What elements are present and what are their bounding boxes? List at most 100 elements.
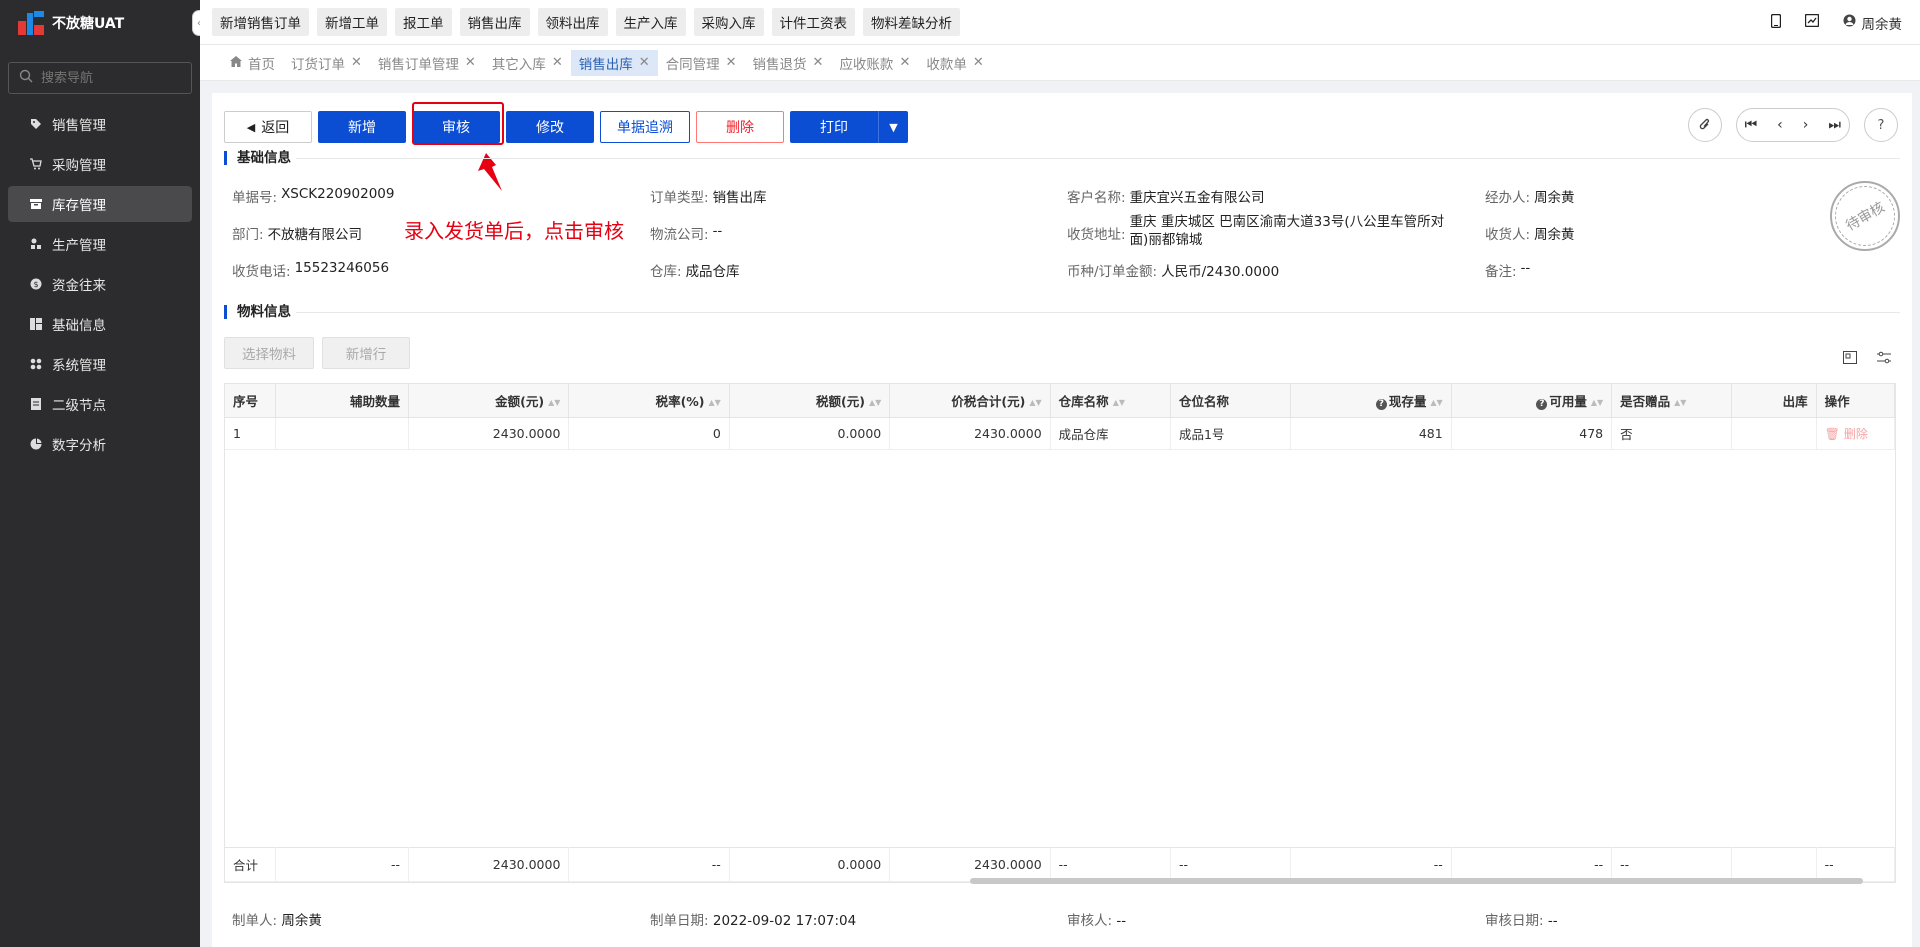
tab-sales-outbound[interactable]: 销售出库 ✕ bbox=[570, 49, 658, 76]
col-header-tax-rate[interactable]: 税率(%) ▲▼ bbox=[568, 384, 730, 418]
cell-outbound[interactable] bbox=[1731, 417, 1817, 450]
app-logo[interactable]: 不放糖UAT bbox=[0, 0, 200, 46]
col-header-gift[interactable]: 是否赠品 ▲▼ bbox=[1611, 384, 1733, 418]
paperclip-icon[interactable] bbox=[1687, 108, 1722, 142]
col-header-total[interactable]: 价税合计(元) ▲▼ bbox=[889, 384, 1051, 418]
close-icon[interactable]: ✕ bbox=[639, 55, 650, 70]
field-warehouse: 仓库: 成品仓库 bbox=[650, 260, 740, 280]
first-record-icon[interactable]: ⏮ bbox=[1745, 117, 1758, 133]
nav-search-input[interactable] bbox=[41, 70, 181, 86]
sum-available: -- bbox=[1451, 847, 1613, 882]
col-header-stock[interactable]: ? 现存量 ▲▼ bbox=[1290, 384, 1452, 418]
close-icon[interactable]: ✕ bbox=[726, 55, 737, 70]
col-header-location[interactable]: 仓位名称 bbox=[1170, 384, 1292, 418]
last-record-icon[interactable]: ⏭ bbox=[1828, 117, 1841, 133]
settings-sliders-icon[interactable] bbox=[1877, 351, 1891, 365]
print-button[interactable]: 打印 bbox=[790, 111, 878, 143]
quick-button-material-outbound[interactable]: 领料出库 bbox=[537, 8, 608, 36]
col-header-outbound[interactable]: 出库 bbox=[1731, 384, 1817, 418]
sidebar-item-secondary[interactable]: 二级节点 bbox=[8, 386, 192, 422]
col-header-label: 仓位名称 bbox=[1178, 393, 1229, 409]
cell-aux-qty[interactable] bbox=[275, 417, 409, 450]
tab-contract-mgmt[interactable]: 合同管理 ✕ bbox=[658, 50, 745, 76]
stamp-text: 待审核 bbox=[1824, 175, 1906, 257]
sort-icon: ▲▼ bbox=[868, 397, 882, 407]
sidebar-item-production[interactable]: 生产管理 bbox=[8, 226, 192, 262]
quick-button-new-work-order[interactable]: 新增工单 bbox=[317, 8, 387, 36]
quick-button-purchase-inbound[interactable]: 采购入库 bbox=[693, 8, 764, 36]
trace-button[interactable]: 单据追溯 bbox=[600, 111, 690, 143]
col-header-available[interactable]: ? 可用量 ▲▼ bbox=[1451, 384, 1613, 418]
field-label: 部门: bbox=[232, 227, 264, 243]
help-icon[interactable]: ? bbox=[1864, 108, 1898, 142]
select-material-button[interactable]: 选择物料 bbox=[224, 337, 314, 369]
sidebar-item-sales[interactable]: 销售管理 bbox=[8, 106, 192, 142]
close-icon[interactable]: ✕ bbox=[351, 55, 362, 70]
sidebar-item-funds[interactable]: $ 资金往来 bbox=[8, 266, 192, 302]
quick-button-production-inbound[interactable]: 生产入库 bbox=[615, 8, 686, 36]
sidebar-item-inventory[interactable]: 库存管理 bbox=[8, 186, 192, 222]
close-icon[interactable]: ✕ bbox=[973, 55, 984, 70]
sidebar-item-label: 销售管理 bbox=[52, 118, 106, 134]
tab-other-inbound[interactable]: 其它入库 ✕ bbox=[484, 50, 571, 76]
mobile-icon[interactable] bbox=[1770, 13, 1781, 32]
back-button[interactable]: ◀ 返回 bbox=[224, 111, 312, 143]
edit-button[interactable]: 修改 bbox=[506, 111, 594, 143]
cell-total[interactable]: 2430.0000 bbox=[889, 417, 1051, 450]
add-row-button[interactable]: 新增行 bbox=[322, 337, 410, 369]
sidebar-item-label: 生产管理 bbox=[52, 238, 106, 254]
prev-record-icon[interactable]: ‹ bbox=[1777, 117, 1783, 133]
sidebar-item-purchase[interactable]: 采购管理 bbox=[8, 146, 192, 182]
next-record-icon[interactable]: › bbox=[1803, 117, 1809, 133]
sidebar-item-basic[interactable]: 基础信息 bbox=[8, 306, 192, 342]
sidebar-item-analysis[interactable]: 数字分析 bbox=[8, 426, 192, 462]
row-delete-link[interactable]: 🗑 删除 bbox=[1816, 417, 1896, 450]
cell-amount[interactable]: 2430.0000 bbox=[408, 417, 570, 450]
section-title-basic: 基础信息 bbox=[224, 151, 291, 165]
tab-order[interactable]: 订货订单 ✕ bbox=[283, 50, 370, 76]
col-header-aux-qty[interactable]: 辅助数量 bbox=[275, 384, 409, 418]
question-icon: ? bbox=[1375, 398, 1387, 410]
col-header-amount[interactable]: 金额(元) ▲▼ bbox=[408, 384, 570, 418]
close-icon[interactable]: ✕ bbox=[552, 55, 563, 70]
quick-button-new-sales-order[interactable]: 新增销售订单 bbox=[212, 8, 309, 36]
col-header-tax[interactable]: 税额(元) ▲▼ bbox=[729, 384, 891, 418]
column-layout-icon[interactable] bbox=[1843, 351, 1857, 365]
col-header-label: 是否赠品 bbox=[1620, 393, 1671, 409]
close-icon[interactable]: ✕ bbox=[813, 55, 824, 70]
cell-tax-rate[interactable]: 0 bbox=[568, 417, 730, 450]
field-label: 币种/订单金额: bbox=[1067, 264, 1158, 280]
chevron-down-icon[interactable]: ▼ bbox=[878, 111, 908, 143]
delete-button[interactable]: 删除 bbox=[696, 111, 784, 143]
tab-receivables[interactable]: 应收账款 ✕ bbox=[831, 50, 918, 76]
horizontal-scrollbar[interactable] bbox=[970, 878, 1863, 884]
tab-sales-return[interactable]: 销售退货 ✕ bbox=[745, 50, 832, 76]
quick-button-material-shortage[interactable]: 物料差缺分析 bbox=[863, 8, 960, 36]
field-label: 制单人: bbox=[232, 913, 278, 929]
sum-location: -- bbox=[1170, 847, 1292, 882]
user-menu[interactable]: 周余黄 bbox=[1843, 13, 1902, 33]
field-value: 重庆 重庆城区 巴南区渝南大道33号(八公里车管所对面)丽都锦城 bbox=[1129, 214, 1445, 248]
close-icon[interactable]: ✕ bbox=[899, 55, 910, 70]
sidebar-item-system[interactable]: 系统管理 bbox=[8, 346, 192, 382]
screen-icon[interactable] bbox=[1804, 13, 1819, 31]
tab-receipt[interactable]: 收款单 ✕ bbox=[918, 50, 991, 76]
quick-button-work-report[interactable]: 报工单 bbox=[395, 8, 452, 36]
field-value: 周余黄 bbox=[281, 913, 322, 929]
quick-button-sales-outbound[interactable]: 销售出库 bbox=[459, 8, 530, 36]
field-label: 收货地址: bbox=[1067, 227, 1126, 243]
tab-home[interactable]: 首页 bbox=[222, 50, 283, 76]
add-button[interactable]: 新增 bbox=[318, 111, 406, 143]
cell-gift[interactable]: 否 bbox=[1611, 417, 1733, 450]
col-header-warehouse[interactable]: 仓库名称 ▲▼ bbox=[1050, 384, 1171, 418]
table-row[interactable]: 1 2430.0000 0 0.0000 2430.0000 成品仓库 成品1号… bbox=[225, 417, 1896, 450]
field-label: 收货电话: bbox=[232, 264, 291, 280]
cell-tax[interactable]: 0.0000 bbox=[729, 417, 891, 450]
section-divider bbox=[296, 158, 1900, 159]
quick-button-piece-wage[interactable]: 计件工资表 bbox=[771, 8, 855, 36]
close-icon[interactable]: ✕ bbox=[465, 55, 476, 70]
sort-icon: ▲▼ bbox=[1112, 397, 1125, 407]
cell-warehouse[interactable]: 成品仓库 bbox=[1050, 417, 1171, 450]
cell-location[interactable]: 成品1号 bbox=[1170, 417, 1292, 450]
tab-sales-order-mgmt[interactable]: 销售订单管理 ✕ bbox=[370, 50, 484, 76]
